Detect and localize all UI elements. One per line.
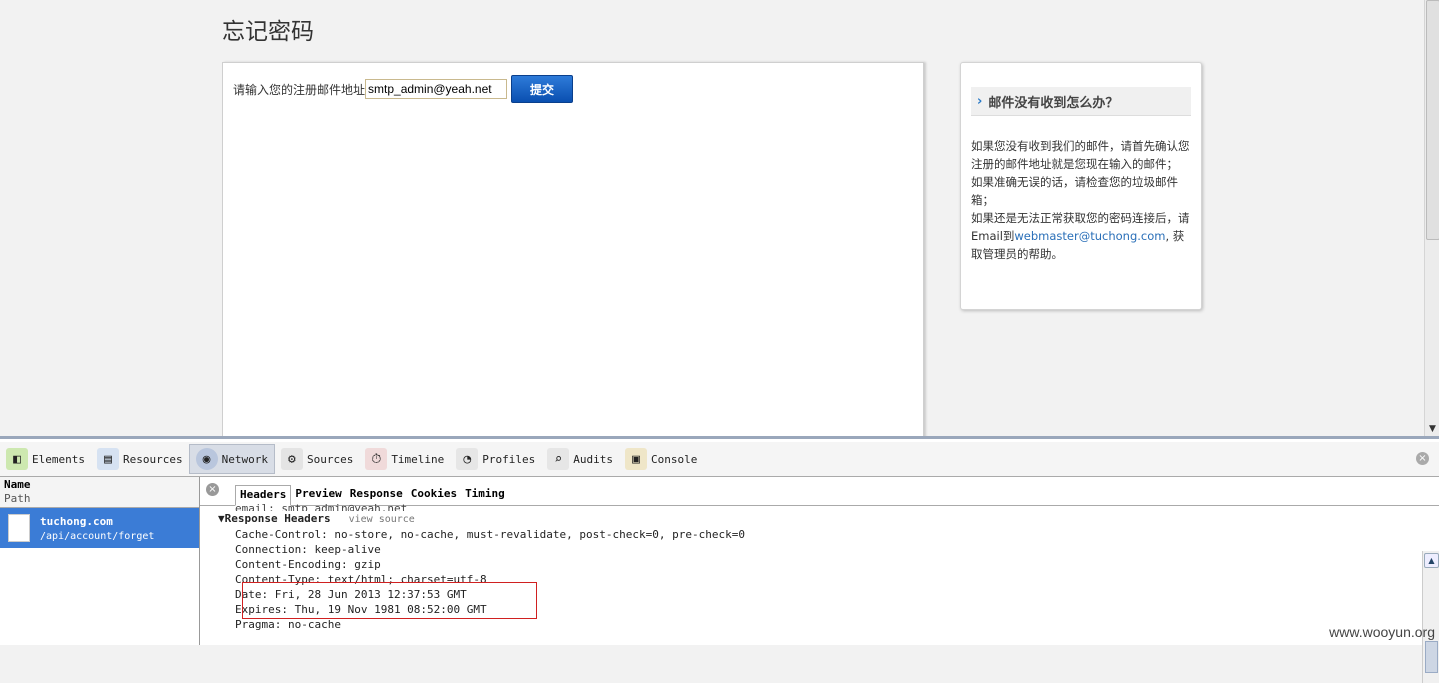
header-line: Connection: keep-alive <box>235 543 381 556</box>
tab-resources[interactable]: ▤ Resources <box>91 445 189 473</box>
help-line-2: 如果准确无误的话，请检查您的垃圾邮件箱； <box>971 175 1178 207</box>
request-host: tuchong.com <box>40 514 113 528</box>
tab-sources[interactable]: ⚙ Sources <box>275 445 359 473</box>
help-header: › 邮件没有收到怎么办？ <box>971 87 1191 116</box>
help-line-3: 如果还是无法正常获取您的密码连接后，请Email到webmaster@tucho… <box>971 211 1190 261</box>
response-headers-section[interactable]: ▼Response Headers view source <box>218 511 745 527</box>
tab-console[interactable]: ▣ Console <box>619 445 703 473</box>
audits-icon: ⌕ <box>547 448 570 470</box>
detail-scrollbar-thumb[interactable] <box>1425 641 1438 673</box>
email-label: 请输入您的注册邮件地址 <box>233 82 366 97</box>
email-input[interactable] <box>365 79 508 99</box>
detail-scrollbar[interactable]: ▲ <box>1422 551 1439 683</box>
email-row: 请输入您的注册邮件地址 提交 <box>233 75 574 103</box>
resources-icon: ▤ <box>96 448 119 470</box>
request-path: /api/account/forget <box>40 530 155 542</box>
devtools-toolbar: ◧ Elements ▤ Resources ◉ Network ⚙ Sources ⏱… <box>0 442 1439 477</box>
tab-timeline[interactable]: ⏱ Timeline <box>359 445 450 473</box>
watermark: www.wooyun.org <box>1329 624 1435 640</box>
document-icon <box>8 514 30 542</box>
elements-icon: ◧ <box>6 448 28 470</box>
request-list: Name Path tuchong.com /api/account/forge… <box>0 477 200 645</box>
column-header: Name Path <box>0 477 199 508</box>
profiles-icon: ◔ <box>456 448 479 470</box>
name-column[interactable]: Name <box>4 477 199 492</box>
request-detail: × Headers Preview Response Cookies Timin… <box>200 477 1439 683</box>
console-icon: ▣ <box>625 448 648 470</box>
tab-profiles[interactable]: ◔ Profiles <box>450 445 541 473</box>
scroll-down-icon[interactable]: ▼ <box>1425 422 1439 436</box>
chevron-right-icon: › <box>977 93 983 109</box>
forget-password-panel: 请输入您的注册邮件地址 提交 <box>222 62 924 436</box>
header-line: Content-Encoding: gzip <box>235 558 381 571</box>
sources-icon: ⚙ <box>280 448 303 470</box>
scrollbar-thumb[interactable] <box>1426 0 1439 240</box>
timeline-icon: ⏱ <box>365 448 388 470</box>
view-source-link[interactable]: view source <box>349 514 415 525</box>
scroll-up-icon[interactable]: ▲ <box>1424 553 1439 568</box>
submit-button[interactable]: 提交 <box>511 75 574 103</box>
tab-network[interactable]: ◉ Network <box>188 444 275 474</box>
network-icon: ◉ <box>195 448 218 470</box>
highlight-box <box>242 582 537 619</box>
request-row[interactable]: tuchong.com /api/account/forget <box>0 508 199 548</box>
help-body: 如果您没有收到我们的邮件，请首先确认您注册的邮件地址就是您现在输入的邮件； 如果… <box>971 137 1193 263</box>
header-line: Pragma: no-cache <box>235 618 341 631</box>
close-devtools-icon[interactable]: × <box>1416 452 1429 465</box>
path-column: Path <box>4 492 31 505</box>
help-line-1: 如果您没有收到我们的邮件，请首先确认您注册的邮件地址就是您现在输入的邮件； <box>971 139 1190 171</box>
devtools-panel: ◧ Elements ▤ Resources ◉ Network ⚙ Sources ⏱… <box>0 436 1439 683</box>
web-page: 忘记密码 请输入您的注册邮件地址 提交 › 邮件没有收到怎么办？ 如果您没有收到… <box>0 0 1424 436</box>
help-title: 邮件没有收到怎么办？ <box>988 95 1119 111</box>
page-title: 忘记密码 <box>222 19 314 45</box>
webmaster-email-link[interactable]: webmaster@tuchong.com <box>1014 229 1165 243</box>
header-line: Cache-Control: no-store, no-cache, must-… <box>235 528 745 541</box>
help-panel: › 邮件没有收到怎么办？ 如果您没有收到我们的邮件，请首先确认您注册的邮件地址就… <box>960 62 1202 310</box>
page-scrollbar[interactable]: ▼ <box>1424 0 1439 436</box>
tab-elements[interactable]: ◧ Elements <box>0 445 91 473</box>
tab-audits[interactable]: ⌕ Audits <box>541 445 619 473</box>
close-detail-icon[interactable]: × <box>206 483 219 496</box>
request-payload-line: email: smtp_admin@yeah.net <box>235 502 408 511</box>
